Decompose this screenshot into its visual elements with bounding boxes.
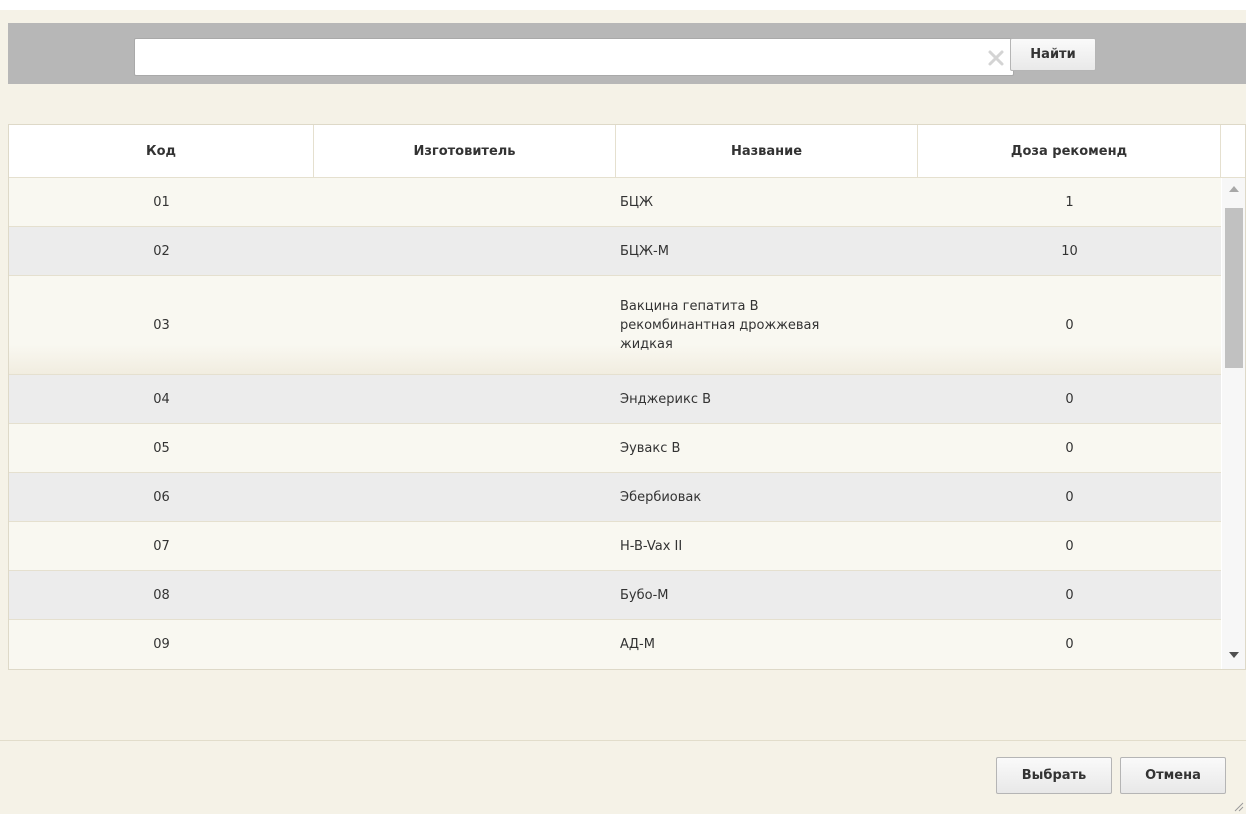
table-row[interactable]: 08 Бубо-М 0 (9, 571, 1221, 620)
cell-name: БЦЖ (620, 194, 654, 210)
cell-code: 06 (153, 489, 170, 505)
cell-dose: 10 (1061, 243, 1078, 259)
table-row[interactable]: 07 H-B-Vax II 0 (9, 522, 1221, 571)
cell-manufacturer (314, 620, 616, 669)
cell-code: 05 (153, 440, 170, 456)
scroll-down-arrow-icon[interactable] (1229, 652, 1239, 658)
cell-code: 09 (153, 637, 170, 652)
select-button[interactable]: Выбрать (996, 757, 1112, 794)
cell-name-line: рекомбинантная дрожжевая (620, 317, 820, 333)
column-header-dose[interactable]: Доза рекоменд (918, 125, 1221, 178)
cell-dose: 0 (1065, 587, 1074, 603)
footer-divider (0, 740, 1246, 741)
cell-manufacturer (314, 178, 616, 226)
search-bar: Найти (8, 23, 1246, 84)
column-header-name[interactable]: Название (616, 125, 918, 178)
cell-code: 01 (153, 194, 170, 210)
column-header-manufacturer[interactable]: Изготовитель (314, 125, 616, 178)
resize-grip-icon[interactable] (1232, 800, 1244, 812)
cell-manufacturer (314, 424, 616, 472)
cell-code: 07 (153, 538, 170, 554)
cell-code: 02 (153, 243, 170, 259)
cell-manufacturer (314, 375, 616, 423)
cell-dose: 0 (1065, 637, 1074, 652)
cell-dose: 0 (1065, 317, 1074, 333)
cell-manufacturer (314, 522, 616, 570)
table-row[interactable]: 09 АД-М 0 (9, 620, 1221, 669)
cell-name: Энджерикс В (620, 391, 712, 407)
column-header-spacer (1221, 125, 1245, 178)
cell-manufacturer (314, 473, 616, 521)
table-row[interactable]: 04 Энджерикс В 0 (9, 375, 1221, 424)
scroll-thumb[interactable] (1225, 208, 1243, 368)
cell-dose: 0 (1065, 489, 1074, 505)
cell-name-line: жидкая (620, 336, 673, 352)
vertical-scrollbar[interactable] (1222, 178, 1245, 669)
cell-dose: 1 (1065, 194, 1074, 210)
column-header-code[interactable]: Код (9, 125, 314, 178)
cell-dose: 0 (1065, 538, 1074, 554)
cell-name-line: Вакцина гепатита В (620, 298, 759, 314)
cell-manufacturer (314, 227, 616, 275)
search-field (134, 38, 1014, 76)
cell-name: АД-М (620, 637, 655, 652)
selection-dialog: Найти Код Изготовитель Название Доза рек… (0, 10, 1246, 814)
cancel-button[interactable]: Отмена (1120, 757, 1226, 794)
search-input[interactable] (135, 39, 985, 75)
scroll-up-arrow-icon[interactable] (1229, 186, 1239, 192)
cell-name: Вакцина гепатита В рекомбинантная дрожже… (616, 276, 918, 374)
table-row[interactable]: 02 БЦЖ-М 10 (9, 227, 1221, 276)
grid-body: 01 БЦЖ 1 02 БЦЖ-М 10 03 Вакцина гепатита… (9, 178, 1221, 669)
table-row[interactable]: 05 Эувакс В 0 (9, 424, 1221, 473)
cell-name: H-B-Vax II (620, 538, 683, 554)
grid-header: Код Изготовитель Название Доза рекоменд (9, 125, 1245, 178)
cell-name: Эбербиовак (620, 489, 702, 505)
cell-code: 08 (153, 587, 170, 603)
table-row[interactable]: 01 БЦЖ 1 (9, 178, 1221, 227)
clear-x-icon[interactable] (987, 49, 1005, 67)
cell-name: Эувакс В (620, 440, 681, 456)
cell-code: 04 (153, 391, 170, 407)
cell-name: Бубо-М (620, 587, 669, 603)
table-row[interactable]: 06 Эбербиовак 0 (9, 473, 1221, 522)
vaccine-grid: Код Изготовитель Название Доза рекоменд … (8, 124, 1246, 670)
cell-name: БЦЖ-М (620, 243, 669, 259)
cell-dose: 0 (1065, 391, 1074, 407)
cell-manufacturer (314, 276, 616, 374)
cell-code: 03 (153, 317, 170, 333)
cell-manufacturer (314, 571, 616, 619)
cell-dose: 0 (1065, 440, 1074, 456)
table-row[interactable]: 03 Вакцина гепатита В рекомбинантная дро… (9, 276, 1221, 375)
find-button[interactable]: Найти (1010, 38, 1096, 71)
